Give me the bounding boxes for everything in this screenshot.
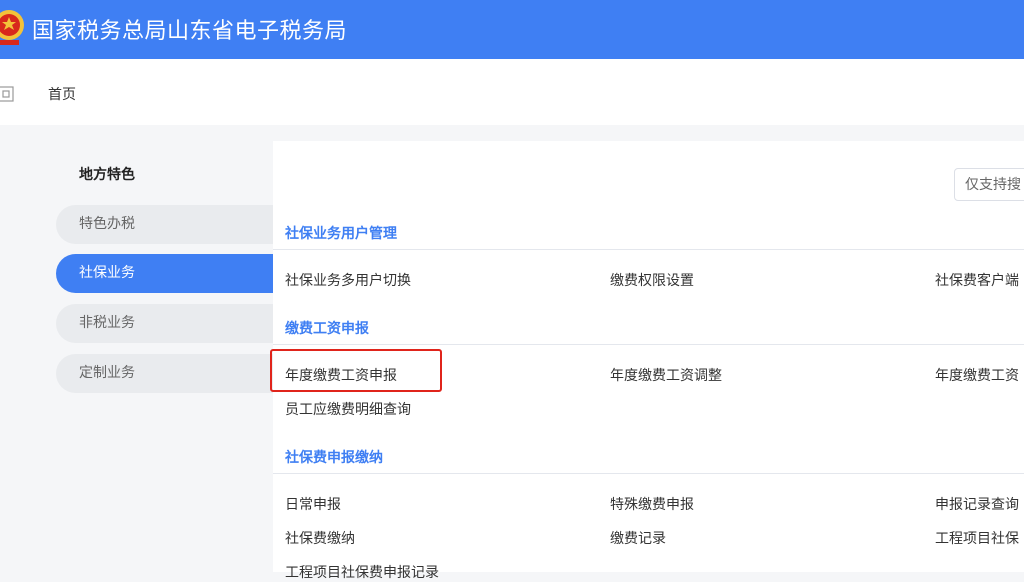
link-annual-wage-other[interactable]: 年度缴费工资: [935, 365, 1019, 385]
section-title-user-management: 社保业务用户管理: [285, 226, 397, 242]
sidebar-item-special-tax[interactable]: 特色办税: [56, 205, 273, 244]
section-title-wage-declaration: 缴费工资申报: [285, 321, 369, 337]
section-divider: [273, 344, 1024, 345]
sidebar-title: 地方特色: [79, 167, 135, 183]
link-daily-declaration[interactable]: 日常申报: [285, 494, 341, 514]
sidebar-item-social-security[interactable]: 社保业务: [56, 254, 273, 293]
back-icon[interactable]: [0, 86, 14, 102]
link-project-social-security[interactable]: 工程项目社保: [935, 528, 1019, 548]
section-divider: [273, 473, 1024, 474]
sidebar-item-non-tax[interactable]: 非税业务: [56, 304, 273, 343]
link-multi-user-switch[interactable]: 社保业务多用户切换: [285, 270, 411, 290]
link-social-fee-payment[interactable]: 社保费缴纳: [285, 528, 355, 548]
breadcrumb: [0, 59, 1024, 125]
search-input[interactable]: [954, 168, 1024, 201]
section-title-declaration-payment: 社保费申报缴纳: [285, 450, 383, 466]
link-employee-payment-detail[interactable]: 员工应缴费明细查询: [285, 399, 411, 419]
link-client-download[interactable]: 社保费客户端: [935, 270, 1019, 290]
link-annual-wage-adjustment[interactable]: 年度缴费工资调整: [610, 365, 722, 385]
link-payment-record[interactable]: 缴费记录: [610, 528, 666, 548]
tax-emblem-icon: [0, 10, 24, 45]
link-declaration-record-query[interactable]: 申报记录查询: [935, 494, 1019, 514]
site-title[interactable]: 国家税务总局山东省电子税务局: [32, 13, 347, 45]
breadcrumb-home[interactable]: 首页: [48, 84, 76, 104]
link-special-payment-declaration[interactable]: 特殊缴费申报: [610, 494, 694, 514]
section-divider: [273, 249, 1024, 250]
link-payment-permission[interactable]: 缴费权限设置: [610, 270, 694, 290]
sidebar-item-custom[interactable]: 定制业务: [56, 354, 273, 393]
highlight-box: [270, 349, 442, 392]
link-project-declaration-record[interactable]: 工程项目社保费申报记录: [285, 562, 439, 582]
